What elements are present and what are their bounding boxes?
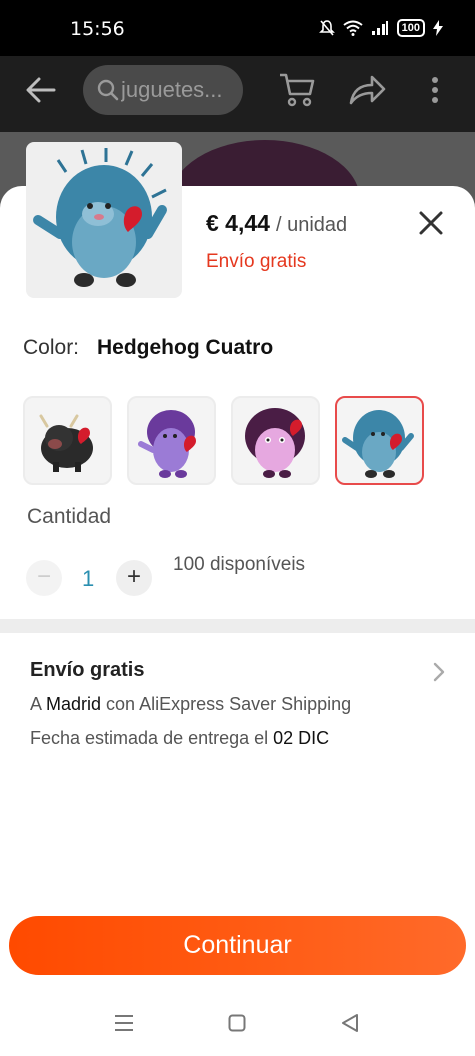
hedgehog-blue-image <box>33 148 167 287</box>
status-bar: 15:56 100 <box>0 0 475 56</box>
hedgehog-blue-small-image <box>342 410 414 478</box>
battery-indicator: 100 <box>396 19 425 37</box>
continue-button[interactable]: Continuar <box>9 916 466 975</box>
hedgehog-purple-image <box>138 410 196 478</box>
variant-option-pink-hedgehog[interactable] <box>231 396 320 485</box>
stock-available: 100 disponíveis <box>173 554 306 575</box>
selected-product-image[interactable] <box>26 142 182 298</box>
wifi-icon <box>343 20 363 36</box>
search-input[interactable]: juguetes... <box>83 65 243 115</box>
price-unit: / unidad <box>275 214 348 236</box>
color-value: Hedgehog Cuatro <box>97 336 274 359</box>
shipping-city: Madrid <box>46 694 102 714</box>
signal-icon <box>371 21 388 35</box>
hedgehog-pink-image <box>245 408 305 478</box>
variant-option-bull[interactable] <box>23 396 112 485</box>
status-time: 15:56 <box>70 18 125 40</box>
variant-option-purple-hedgehog[interactable] <box>127 396 216 485</box>
mute-bell-icon <box>318 20 335 36</box>
shipping-destination: A Madrid con AliExpress Saver Shipping <box>30 694 352 714</box>
quantity-decrease-button[interactable]: − <box>26 560 62 596</box>
search-placeholder: juguetes... <box>121 77 223 102</box>
recent-apps-icon[interactable] <box>114 1014 134 1032</box>
quantity-increase-button[interactable]: + <box>116 560 152 596</box>
variant-option-hedgehog-cuatro[interactable] <box>335 396 424 485</box>
status-icons: 100 <box>318 19 443 37</box>
shipping-title[interactable]: Envío gratis <box>30 659 144 682</box>
home-icon[interactable] <box>228 1014 246 1032</box>
quantity-label: Cantidad <box>27 505 112 528</box>
share-icon[interactable] <box>348 74 386 106</box>
nav-back-icon[interactable] <box>341 1013 359 1033</box>
chevron-right-icon[interactable] <box>432 661 446 683</box>
search-icon <box>97 79 119 101</box>
back-arrow-icon[interactable] <box>26 76 56 104</box>
shipping-estimated-date: Fecha estimada de entrega el 02 DIC <box>30 728 330 748</box>
charging-icon <box>433 20 443 36</box>
free-shipping-label: Envío gratis <box>206 251 307 272</box>
delivery-date: 02 DIC <box>273 728 330 748</box>
color-label: Color: <box>23 336 80 359</box>
variant-list <box>23 396 424 485</box>
price-block: € 4,44 / unidad Envío gratis <box>206 210 347 273</box>
section-divider <box>0 619 475 633</box>
cart-icon[interactable] <box>278 72 316 108</box>
price: € 4,44 <box>206 210 270 236</box>
top-app-bar: juguetes... <box>0 56 475 132</box>
bull-black-image <box>39 414 93 472</box>
more-options-icon[interactable] <box>430 76 440 104</box>
close-icon[interactable] <box>418 210 444 236</box>
sku-bottom-sheet <box>0 186 475 1006</box>
quantity-value[interactable]: 1 <box>82 566 94 592</box>
system-nav-bar <box>0 990 475 1056</box>
